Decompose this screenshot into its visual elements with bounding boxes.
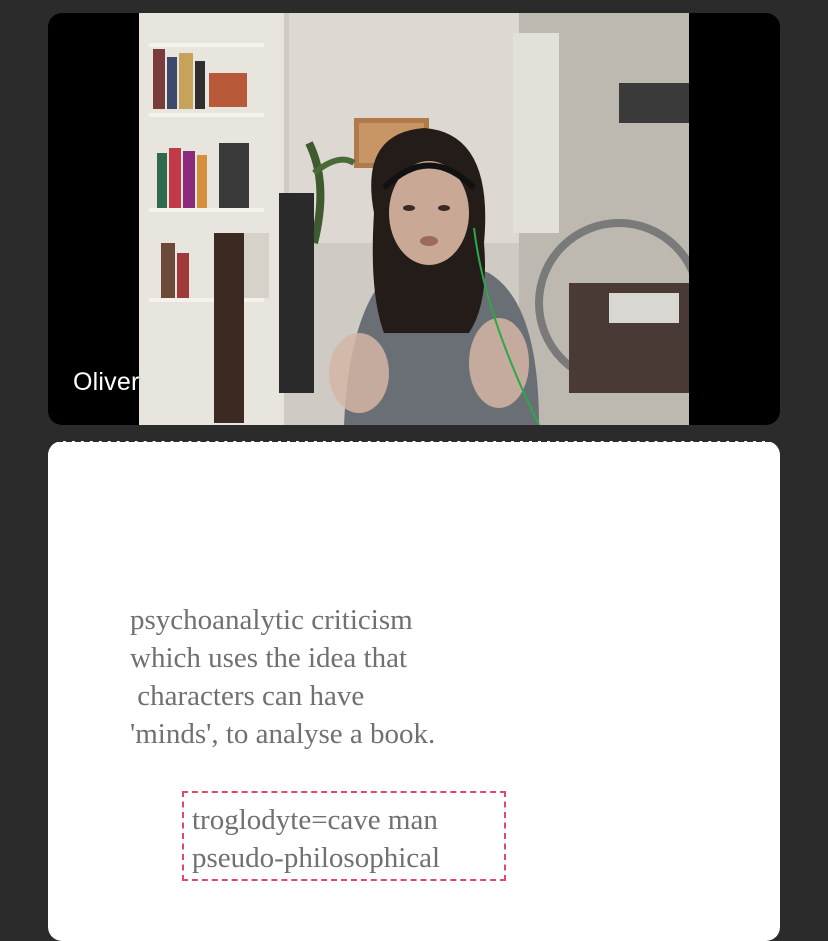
note-line: psychoanalytic criticism bbox=[130, 604, 413, 636]
participant-video-feed bbox=[139, 13, 689, 425]
whiteboard-note-text[interactable]: psychoanalytic criticism which uses the … bbox=[130, 601, 435, 753]
participant-video-tile[interactable]: Oliver bbox=[48, 13, 780, 425]
selected-text-box[interactable]: troglodyte=cave man pseudo-philosophical bbox=[182, 791, 506, 881]
whiteboard-top-divider bbox=[48, 439, 780, 442]
participant-name-label: Oliver bbox=[73, 368, 140, 396]
note-line: 'minds', to analyse a book. bbox=[130, 718, 436, 750]
whiteboard-canvas[interactable]: psychoanalytic criticism which uses the … bbox=[48, 441, 780, 941]
note-line: characters can have bbox=[130, 680, 365, 712]
selected-line: troglodyte=cave man bbox=[192, 804, 438, 836]
selected-text: troglodyte=cave man pseudo-philosophical bbox=[192, 801, 440, 877]
selected-line: pseudo-philosophical bbox=[192, 842, 441, 874]
note-line: which uses the idea that bbox=[130, 642, 408, 674]
